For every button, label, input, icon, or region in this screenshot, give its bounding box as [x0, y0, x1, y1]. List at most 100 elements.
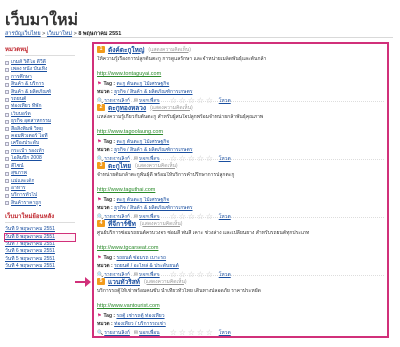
item-title-link[interactable]: แวนทัวริสท์ — [108, 277, 140, 287]
sidebar-category-item[interactable]: ดีไซน์ — [5, 163, 75, 170]
sidebar-category-item[interactable]: บริการทั่วไป — [5, 192, 75, 199]
sidebar-date-item[interactable]: วันที่ 4 พฤษภาคม 2551 — [5, 263, 75, 270]
category-label: เว็บบอร์ด — [11, 110, 31, 117]
tag-label: Tag : — [103, 197, 116, 203]
dates-heading: เว็บมาใหม่ย้อนหลัง — [5, 211, 75, 224]
sidebar-category-item[interactable]: โอลิมปิก 2008 — [5, 155, 75, 162]
rating-stars[interactable]: ☆ ☆ ☆ ☆ ☆ — [170, 329, 215, 337]
item-number-badge: 5 — [97, 278, 105, 285]
item-tags[interactable]: รถยนต์ ซ่อมรถ เบาะรถ — [116, 255, 166, 261]
item-url-link[interactable]: http://www.taguthai.com — [97, 187, 155, 193]
item-category-link[interactable]: ท่องเที่ยว / บริการรถเช่า — [114, 321, 166, 327]
category-label: สินค้าราคาถูก — [11, 199, 42, 206]
category-list: เกมส์ วิดีโอ ดีวีดี เพลง หนัง บันเทิง กา… — [5, 59, 75, 207]
category-label: แม่และเด็ก — [11, 177, 35, 184]
item-title-link[interactable]: ตังค์ตะกูใหญ่ — [108, 45, 144, 55]
star-icon[interactable]: ☆ — [179, 329, 187, 337]
sidebar-category-item[interactable]: สื่อสิ่งพิมพ์ วิทยุ — [5, 126, 75, 133]
category-icon — [5, 149, 9, 154]
category-label: สินค้า & ผลิตภัณฑ์ — [11, 88, 52, 95]
sidebar-category-item[interactable]: เพลง หนัง บันเทิง — [5, 66, 75, 73]
sidebar-category-item[interactable]: อาหาร — [5, 185, 75, 192]
sidebar-category-item[interactable]: สินค้าราคาถูก — [5, 200, 75, 207]
item-title-link[interactable]: ตะกูไทย — [108, 161, 131, 171]
category-label: คอมพิวเตอร์ ไอที — [11, 133, 48, 140]
category-label: เครื่องประดับ — [11, 140, 40, 147]
sidebar-category-item[interactable]: สินค้า & ผลิตภัณฑ์ — [5, 89, 75, 96]
item-tags[interactable]: ตะกู ต้นตะกู ไม้เศรษฐกิจ — [116, 197, 169, 203]
sidebar-category-item[interactable]: เว็บบอร์ด — [5, 111, 75, 118]
category-icon — [5, 105, 9, 110]
category-label: กระเป๋า รองเท้า — [11, 147, 45, 154]
sidebar-category-item[interactable]: คอมพิวเตอร์ ไอที — [5, 133, 75, 140]
listing-item: 5 แวนทัวริสท์ (แสดงความคิดเห็น) บริการรถ… — [97, 276, 384, 337]
item-title-link[interactable]: ตะกูทองหลวง — [108, 103, 146, 113]
sidebar-category-item[interactable]: สุขภาพ — [5, 170, 75, 177]
highlight-arrow — [75, 277, 91, 287]
sidebar-category-item[interactable]: รถยนต์ — [5, 96, 75, 103]
tag-label: Tag : — [103, 81, 116, 87]
date-label: วันที่ 5 พฤษภาคม 2551 — [5, 255, 55, 262]
sidebar-date-item[interactable]: วันที่ 9 พฤษภาคม 2551 — [5, 226, 75, 233]
sidebar-category-item[interactable]: การศึกษา — [5, 74, 75, 81]
listing-item: 4 ที่จีการ์ซีท (แสดงความคิดเห็น) ศูนย์บร… — [97, 218, 384, 279]
item-description: จำหน่ายต้นกล้าตะกูพันธุ์ดี พร้อมให้บริกา… — [97, 172, 235, 178]
category-icon — [5, 186, 9, 191]
date-label: วันที่ 6 พฤษภาคม 2551 — [5, 248, 55, 255]
comment-link[interactable]: (แสดงความคิดเห็น) — [135, 162, 178, 170]
item-number-badge: 4 — [97, 220, 105, 227]
category-label: สื่อสิ่งพิมพ์ วิทยุ — [11, 125, 43, 132]
sidebar-category-item[interactable]: เกมส์ วิดีโอ ดีวีดี — [5, 59, 75, 66]
sidebar-category-item[interactable]: ธุรกิจ อุตสาหกรรม — [5, 118, 75, 125]
sidebar-category-item[interactable]: แม่และเด็ก — [5, 178, 75, 185]
category-label: ท่องเที่ยว ที่พัก — [11, 103, 42, 110]
star-icon[interactable]: ☆ — [170, 329, 178, 337]
share-link[interactable]: บอกเพื่อน — [139, 329, 160, 336]
item-url-link[interactable]: http://www.tgcarseat.com — [97, 245, 158, 251]
report-link[interactable]: รายงานลิงก์ — [104, 329, 130, 336]
item-category-link[interactable]: รถยนต์ / อะไหล่ & ประดับยนต์ — [114, 263, 179, 269]
tag-icon: ⚑ — [97, 81, 102, 87]
sidebar-date-item[interactable]: วันที่ 5 พฤษภาคม 2551 — [5, 256, 75, 263]
category-label: โอลิมปิก 2008 — [11, 155, 42, 162]
vote-link[interactable]: โหวต — [219, 329, 231, 336]
listing-item: 3 ตะกูไทย (แสดงความคิดเห็น) จำหน่ายต้นกล… — [97, 160, 384, 221]
item-tags[interactable]: ตะกู ต้นตะกู ไม้เศรษฐกิจ — [116, 139, 169, 145]
category-label: ดีไซน์ — [11, 162, 24, 169]
category-label: หมวด : — [97, 146, 113, 153]
sidebar-category-item[interactable]: เครื่องประดับ — [5, 140, 75, 147]
item-title-link[interactable]: ที่จีการ์ซีท — [108, 219, 136, 229]
comment-link[interactable]: (แสดงความคิดเห็น) — [140, 220, 183, 228]
item-category-link[interactable]: ธุรกิจ / สินค้า & ผลิตภัณฑ์การเกษตร — [114, 89, 192, 95]
sidebar-date-item[interactable]: วันที่ 7 พฤษภาคม 2551 — [5, 241, 75, 248]
item-url-link[interactable]: http://www.vantourist.com — [97, 303, 160, 309]
sidebar-date-item[interactable]: วันที่ 6 พฤษภาคม 2551 — [5, 248, 75, 255]
item-url-link[interactable]: http://www.tagoolaung.com — [97, 129, 163, 135]
category-icon — [5, 90, 9, 95]
comment-link[interactable]: (แสดงความคิดเห็น) — [144, 278, 187, 286]
category-icon — [5, 127, 9, 132]
date-label: วันที่ 9 พฤษภาคม 2551 — [5, 226, 55, 233]
comment-link[interactable]: (แสดงความคิดเห็น) — [148, 46, 191, 54]
category-icon — [5, 60, 9, 65]
sidebar-category-item[interactable]: ท่องเที่ยว ที่พัก — [5, 103, 75, 110]
item-category-link[interactable]: ธุรกิจ / สินค้า & ผลิตภัณฑ์การเกษตร — [114, 147, 192, 153]
item-tags[interactable]: รถตู้ เช่ารถตู้ ท่องเที่ยว — [116, 313, 164, 319]
item-url-link[interactable]: http://www.tontaguyai.com — [97, 71, 161, 77]
item-tags[interactable]: ตะกู ต้นตะกู ไม้เศรษฐกิจ — [116, 81, 169, 87]
date-list: วันที่ 9 พฤษภาคม 2551 วันที่ 8 พฤษภาคม 2… — [4, 226, 76, 270]
comment-link[interactable]: (แสดงความคิดเห็น) — [150, 104, 193, 112]
category-label: เพลง หนัง บันเทิง — [11, 66, 48, 73]
category-label: สินค้า & บริการ — [11, 81, 45, 88]
sidebar-category-item[interactable]: สินค้า & บริการ — [5, 81, 75, 88]
sidebar-date-item-selected[interactable]: วันที่ 8 พฤษภาคม 2551 — [4, 232, 76, 242]
star-icon[interactable]: ☆ — [197, 329, 205, 337]
item-number-badge: 1 — [97, 46, 105, 53]
star-icon[interactable]: ☆ — [206, 329, 214, 337]
category-label: เกมส์ วิดีโอ ดีวีดี — [11, 59, 46, 65]
sidebar-category-item[interactable]: กระเป๋า รองเท้า — [5, 148, 75, 155]
item-category-link[interactable]: ธุรกิจ / สินค้า & ผลิตภัณฑ์การเกษตร — [114, 205, 192, 211]
star-icon[interactable]: ☆ — [188, 329, 196, 337]
sidebar: หมวดหมู่ เกมส์ วิดีโอ ดีวีดี เพลง หนัง บ… — [4, 44, 76, 271]
tag-icon: ⚑ — [97, 197, 102, 203]
